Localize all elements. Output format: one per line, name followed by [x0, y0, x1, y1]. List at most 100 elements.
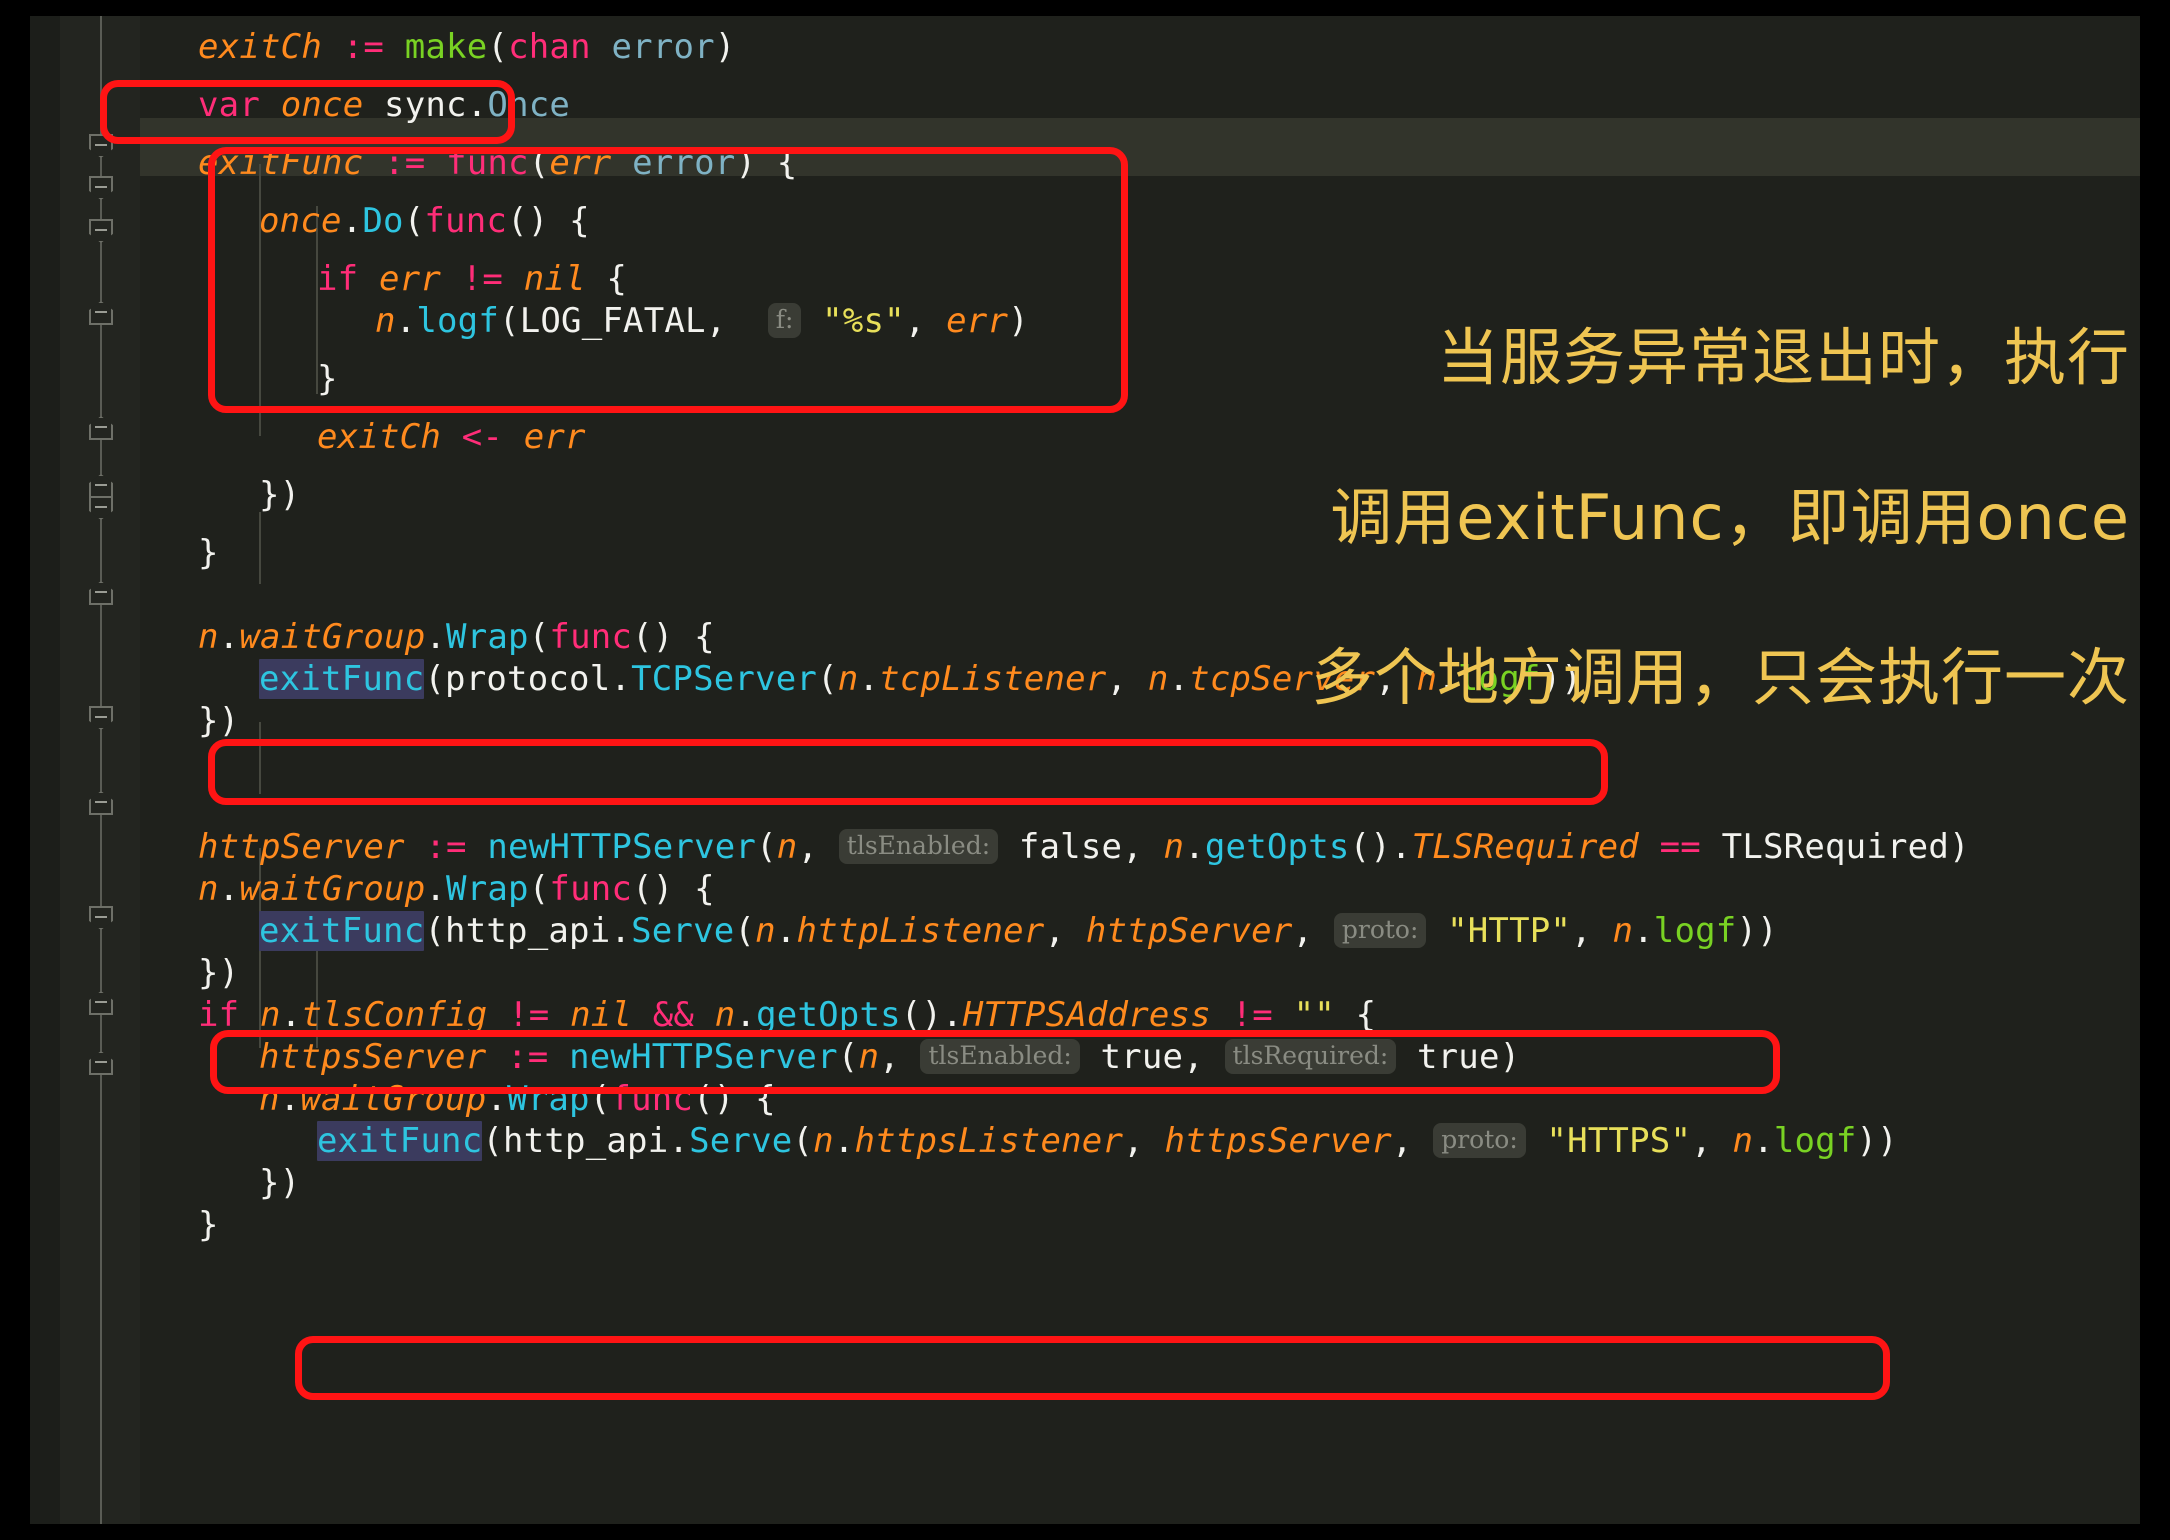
code-text-surface[interactable]: exitCh := make(chan error) var once sync… — [140, 16, 2140, 1524]
fold-marker-if-tlsconfig-end[interactable] — [89, 1051, 113, 1075]
token-arg-n: n — [858, 1037, 880, 1077]
token-receiver-n: n — [375, 301, 396, 341]
token-variable-err: err — [946, 301, 1009, 341]
code-line[interactable]: } — [198, 524, 219, 582]
token-paren: ( — [499, 301, 520, 341]
code-line-caret[interactable]: exitFunc := func(err error) { — [198, 134, 797, 192]
annotation-notes: 当服务异常退出时，执行 调用exitFunc，即调用once 多个地方调用，只会… — [1170, 278, 2130, 758]
indent-guide — [259, 722, 261, 794]
token-variable-exitch: exitCh — [317, 417, 442, 457]
fold-marker-once-do-end[interactable] — [89, 416, 113, 440]
token-dot: . — [218, 617, 240, 657]
token-const-true: true — [1100, 1037, 1184, 1077]
code-line[interactable]: n.logf(LOG_FATAL, f: "%s", err) — [375, 292, 1029, 350]
token-const-tlsrequired: TLSRequired — [1721, 827, 1950, 867]
code-line[interactable]: var once sync.Once — [198, 76, 570, 134]
fold-marker-waitgroup-tcp[interactable] — [89, 496, 113, 520]
token-dot: . — [395, 301, 417, 341]
token-brace: { — [776, 143, 798, 183]
inline-hint-proto[interactable]: proto: — [1333, 913, 1427, 948]
token-dot: . — [341, 201, 363, 241]
token-keyword-var: var — [198, 85, 261, 125]
token-paren: ( — [756, 827, 777, 867]
token-arg-n: n — [776, 827, 798, 867]
token-brace: } — [198, 533, 219, 573]
token-param-err: err — [549, 143, 612, 183]
screenshot-root: exitCh := make(chan error) var once sync… — [0, 0, 2170, 1540]
token-paren: ( — [528, 143, 550, 183]
code-line[interactable]: }) — [198, 692, 239, 750]
code-fold-gutter[interactable] — [60, 16, 140, 1524]
token-method-getopts: getOpts — [1204, 827, 1350, 867]
fold-marker-waitgroup-http[interactable] — [89, 706, 113, 730]
token-receiver-n: n — [1163, 827, 1185, 867]
code-line[interactable]: exitFunc(http_api.Serve(n.httpsListener,… — [317, 1112, 1898, 1170]
token-close-parens: )) — [1856, 1121, 1898, 1161]
token-brace: } — [317, 359, 338, 399]
code-line[interactable]: exitCh <- err — [317, 408, 586, 466]
token-variable-exitfunc: exitFunc — [198, 143, 364, 183]
token-method-ref-logf: logf — [1653, 911, 1737, 951]
token-paren: ( — [424, 659, 446, 699]
fold-marker-if-err-end[interactable] — [89, 301, 113, 325]
fold-marker-if-tlsconfig[interactable] — [89, 906, 113, 930]
code-line[interactable]: once.Do(func() { — [259, 192, 590, 250]
fold-marker-if-err[interactable] — [89, 219, 113, 243]
token-receiver-n: n — [837, 659, 859, 699]
token-close-parens: )) — [1736, 911, 1778, 951]
fold-marker-exitfunc[interactable] — [89, 134, 113, 158]
token-paren: ) — [1949, 827, 1970, 867]
token-close-paren-brace: }) — [259, 1163, 301, 1203]
code-line[interactable]: }) — [259, 466, 300, 524]
token-operator-send: <- — [461, 417, 504, 457]
token-variable-httpserver: httpServer — [1085, 911, 1293, 951]
token-brace: { — [569, 201, 590, 241]
token-receiver-n: n — [198, 869, 219, 909]
token-paren: ) — [1499, 1037, 1521, 1077]
fold-marker-once-do[interactable] — [89, 176, 113, 200]
token-type-error: error — [611, 27, 715, 67]
token-function-serve: Serve — [689, 1121, 793, 1161]
annotation-note-line-3: 多个地方调用，只会执行一次 — [1310, 641, 2130, 714]
code-line[interactable]: } — [317, 350, 338, 408]
token-operator: := — [342, 27, 385, 67]
code-editor-pane[interactable]: exitCh := make(chan error) var once sync… — [30, 16, 2140, 1524]
inline-hint-tlsrequired[interactable]: tlsRequired: — [1224, 1039, 1397, 1074]
token-method-logf: logf — [416, 301, 500, 341]
code-line[interactable]: exitCh := make(chan error) — [198, 18, 735, 76]
token-method-do: Do — [362, 201, 404, 241]
token-string-https: "HTTPS" — [1546, 1121, 1692, 1161]
code-line[interactable]: }) — [259, 1154, 300, 1212]
token-operator-eq: == — [1659, 827, 1701, 867]
inline-hint-proto[interactable]: proto: — [1433, 1123, 1526, 1158]
token-close-paren-brace: }) — [198, 701, 240, 741]
fold-marker-exitfunc-end[interactable] — [89, 474, 113, 498]
token-keyword-if: if — [317, 259, 359, 299]
token-string-http: "HTTP" — [1447, 911, 1572, 951]
token-call-exitfunc: exitFunc — [259, 911, 425, 951]
token-receiver-n: n — [259, 1079, 280, 1119]
token-receiver-n: n — [1147, 659, 1169, 699]
token-field-httpslistener: httpsListener — [854, 1121, 1124, 1161]
token-parens: () — [507, 201, 549, 241]
inline-hint-f[interactable]: f: — [767, 303, 802, 338]
token-builtin-make: make — [404, 27, 488, 67]
fold-marker-waitgroup-https-end[interactable] — [89, 991, 113, 1015]
token-field-httplistener: httpListener — [796, 911, 1045, 951]
token-variable-httpsserver: httpsServer — [1164, 1121, 1392, 1161]
token-type-once: Once — [487, 85, 571, 125]
token-variable-err: err — [523, 417, 586, 457]
inline-hint-tlsenabled[interactable]: tlsEnabled: — [920, 1039, 1080, 1074]
token-package-http-api: http_api. — [503, 1121, 690, 1161]
token-package-sync: sync. — [384, 85, 488, 125]
token-paren: ( — [403, 201, 425, 241]
token-paren: ) — [714, 27, 736, 67]
inline-hint-tlsenabled[interactable]: tlsEnabled: — [838, 829, 999, 864]
token-close-paren-brace: }) — [259, 475, 301, 515]
token-method-ref-logf: logf — [1773, 1121, 1857, 1161]
token-keyword-if: if — [198, 995, 240, 1035]
code-line[interactable]: exitFunc(http_api.Serve(n.httpListener, … — [259, 902, 1778, 960]
fold-marker-waitgroup-tcp-end[interactable] — [89, 581, 113, 605]
fold-marker-waitgroup-http-end[interactable] — [89, 791, 113, 815]
code-line[interactable]: } — [198, 1196, 219, 1254]
